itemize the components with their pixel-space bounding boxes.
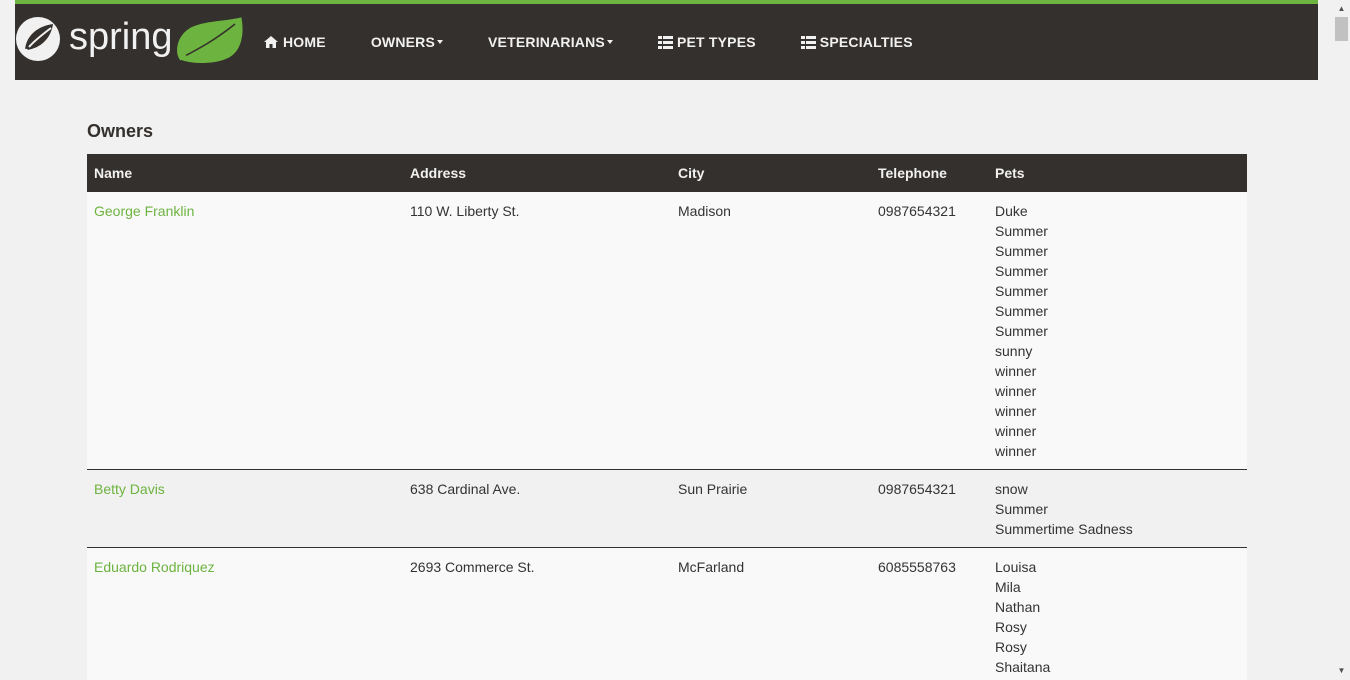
page-title: Owners [87,121,154,141]
pet-name: Duke [995,203,1028,219]
spring-logo[interactable]: spring [15,14,245,64]
pet-name: winner [995,423,1037,439]
owner-address-cell: 2693 Commerce St. [403,547,671,680]
pet-name: Mila [995,579,1021,595]
list-icon [800,35,816,49]
pet-name: Summer [995,263,1048,279]
nav-pet-types-label: PET TYPES [676,34,756,50]
pet-name: Summer [995,283,1048,299]
scroll-down-arrow-icon[interactable]: ▼ [1333,664,1350,678]
pet-name: Summer [995,501,1048,517]
pet-name: Rosy [995,619,1027,635]
owner-name-link[interactable]: Betty Davis [94,481,165,497]
home-icon [263,35,279,49]
pet-name: winner [995,363,1037,379]
owner-name-cell: Betty Davis [87,469,403,548]
table-header-row: Name Address City Telephone Pets [87,154,1247,192]
list-icon [657,35,673,49]
pet-name: Summer [995,243,1048,259]
pet-name: sunny [995,343,1033,359]
owner-address-cell: 110 W. Liberty St. [403,192,671,470]
nav-home-label: HOME [283,34,326,50]
caret-down-icon [606,40,613,44]
pet-name: Summer [995,303,1048,319]
owner-telephone-cell: 6085558763 [871,547,988,680]
header-name: Name [87,154,403,192]
owner-address-cell: 638 Cardinal Ave. [403,469,671,548]
pet-name: Shaitana [995,659,1051,675]
pet-name: Rosy [995,639,1027,655]
header-city: City [671,154,871,192]
vertical-scrollbar[interactable]: ▲ ▼ [1333,0,1350,680]
nav-specialties-label: SPECIALTIES [819,34,913,50]
nav-owners-label: OWNERS [370,34,436,50]
pet-name: Nathan [995,599,1041,615]
owner-name-cell: George Franklin [87,192,403,470]
header-pets: Pets [988,154,1247,192]
owners-table-body: George Franklin 110 W. Liberty St. Madison… [87,192,1247,680]
main-content: Owners Name Address City Telephone Pets … [87,118,1247,680]
owner-name-link[interactable]: George Franklin [94,203,194,219]
owner-city-cell: Sun Prairie [671,469,871,548]
pet-name: snow [995,481,1028,497]
navbar: spring HOME OWNERS VETERINARIANS PET TYP… [15,0,1318,80]
nav-owners[interactable]: OWNERS [371,4,465,80]
owner-city-cell: Madison [671,192,871,470]
owners-table: Name Address City Telephone Pets George … [87,154,1247,680]
nav-specialties[interactable]: SPECIALTIES [800,4,935,80]
owner-pets-cell: Louisa Mila Nathan Rosy Rosy Shaitana [988,547,1247,680]
pet-name: Summertime Sadness [995,521,1133,537]
header-telephone: Telephone [871,154,988,192]
caret-down-icon [437,40,444,44]
owner-pets-cell: snow Summer Summertime Sadness [988,469,1247,548]
page: spring HOME OWNERS VETERINARIANS PET TYP… [0,0,1350,680]
pet-name: winner [995,443,1037,459]
table-row: Betty Davis 638 Cardinal Ave. Sun Prairie 0… [87,469,1247,548]
scroll-up-arrow-icon[interactable]: ▲ [1333,2,1350,16]
main-nav: HOME OWNERS VETERINARIANS PET TYPES SPEC… [263,4,958,80]
pet-name: Summer [995,323,1048,339]
owner-city-cell: McFarland [671,547,871,680]
nav-home[interactable]: HOME [263,4,348,80]
pet-name: Louisa [995,559,1037,575]
nav-pet-types[interactable]: PET TYPES [657,4,778,80]
pet-name: winner [995,403,1037,419]
nav-veterinarians-label: VETERINARIANS [488,34,605,50]
scrollbar-thumb[interactable] [1335,17,1348,41]
owner-pets-cell: Duke Summer Summer Summer Summer Summer Summer… [988,192,1247,470]
owner-telephone-cell: 0987654321 [871,469,988,548]
nav-veterinarians[interactable]: VETERINARIANS [488,4,635,80]
table-row: George Franklin 110 W. Liberty St. Madison… [87,192,1247,470]
owner-telephone-cell: 0987654321 [871,192,988,470]
pet-name: winner [995,383,1037,399]
pet-name: Summer [995,223,1048,239]
owner-name-cell: Eduardo Rodriquez [87,547,403,680]
brand-wordmark: spring [69,16,173,58]
header-address: Address [403,154,671,192]
owner-name-link[interactable]: Eduardo Rodriquez [94,559,215,575]
table-row: Eduardo Rodriquez 2693 Commerce St. McFarl… [87,547,1247,680]
